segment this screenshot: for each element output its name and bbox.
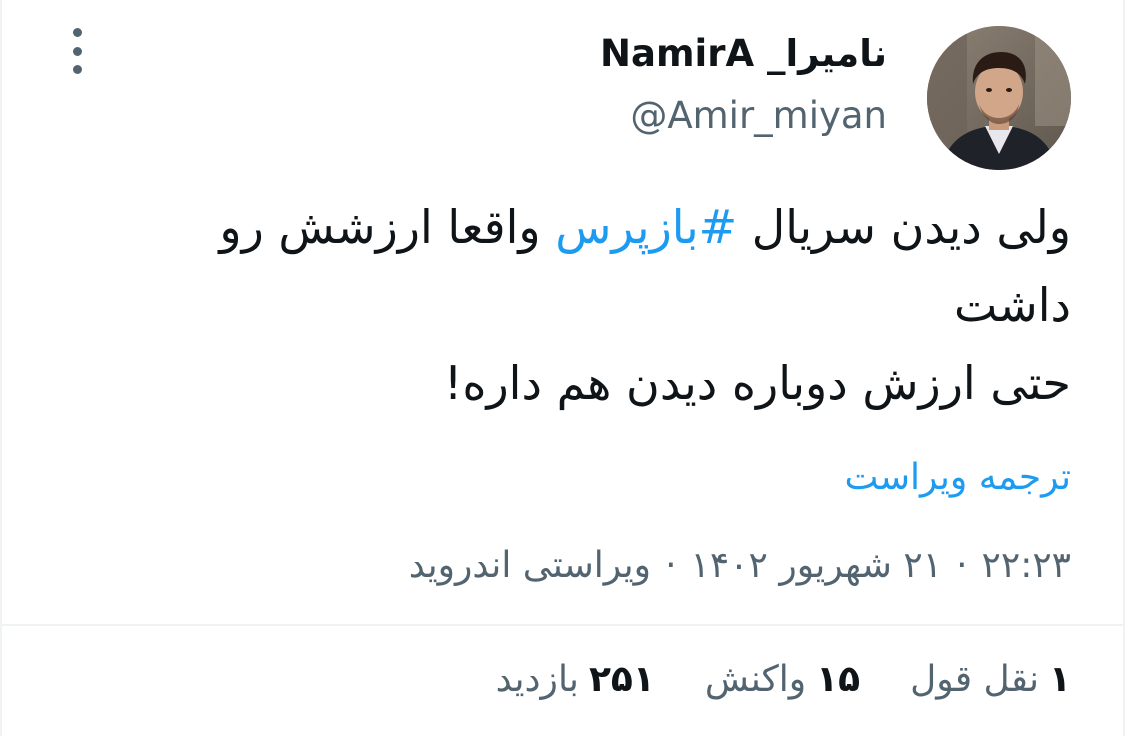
tweet-stats: ۱نقل قول ۱۵واکنش ۲۵۱بازدید	[496, 654, 1071, 706]
stat-label: نقل قول	[910, 659, 1040, 700]
stat-reactions[interactable]: ۱۵واکنش	[705, 654, 860, 706]
hashtag-link[interactable]: #بازپرس	[555, 200, 737, 254]
meta-separator: ·	[665, 545, 677, 586]
stat-count: ۱	[1049, 659, 1071, 700]
tweet-card: نامیرا_ NamirA @Amir_miyan ولی دیدن سریا…	[0, 0, 1125, 736]
stat-label: بازدید	[495, 659, 579, 700]
author-info: نامیرا_ NamirA @Amir_miyan	[600, 30, 887, 140]
stat-label: واکنش	[704, 659, 807, 700]
author-display-name[interactable]: نامیرا_ NamirA	[600, 30, 887, 78]
stat-count: ۲۵۱	[588, 659, 655, 700]
tweet-line-2: داشت	[954, 278, 1071, 332]
avatar[interactable]	[927, 26, 1071, 170]
stat-views[interactable]: ۲۵۱بازدید	[496, 654, 655, 706]
tweet-line-1: ولی دیدن سریال #بازپرس واقعا ارزشش رو	[141, 188, 1071, 266]
tweet-text: ولی دیدن سریال #بازپرس واقعا ارزشش رو دا…	[141, 188, 1071, 422]
tweet-text-segment: واقعا ارزشش رو	[219, 200, 556, 254]
more-dot	[72, 28, 82, 37]
more-dot	[72, 46, 82, 56]
tweet-meta: ۲۲:۲۳ · ۲۱ شهریور ۱۴۰۲ · ویراستی اندروید	[409, 540, 1071, 592]
author-handle[interactable]: @Amir_miyan	[600, 92, 887, 140]
divider	[2, 624, 1125, 626]
tweet-source[interactable]: ویراستی اندروید	[409, 545, 651, 586]
avatar-photo	[927, 26, 1071, 170]
more-dot	[72, 65, 82, 74]
stat-quotes[interactable]: ۱نقل قول	[910, 654, 1071, 706]
tweet-time[interactable]: ۲۲:۲۳	[982, 545, 1071, 586]
meta-separator: ·	[956, 545, 968, 586]
more-vertical-icon[interactable]	[60, 28, 94, 74]
stat-count: ۱۵	[816, 659, 861, 700]
tweet-text-segment: ولی دیدن سریال	[737, 200, 1071, 254]
tweet-date[interactable]: ۲۱ شهریور ۱۴۰۲	[691, 545, 943, 586]
translate-link[interactable]: ترجمه ویراست	[845, 452, 1071, 504]
tweet-line-3: حتی ارزش دوباره دیدن هم داره!	[443, 356, 1071, 410]
